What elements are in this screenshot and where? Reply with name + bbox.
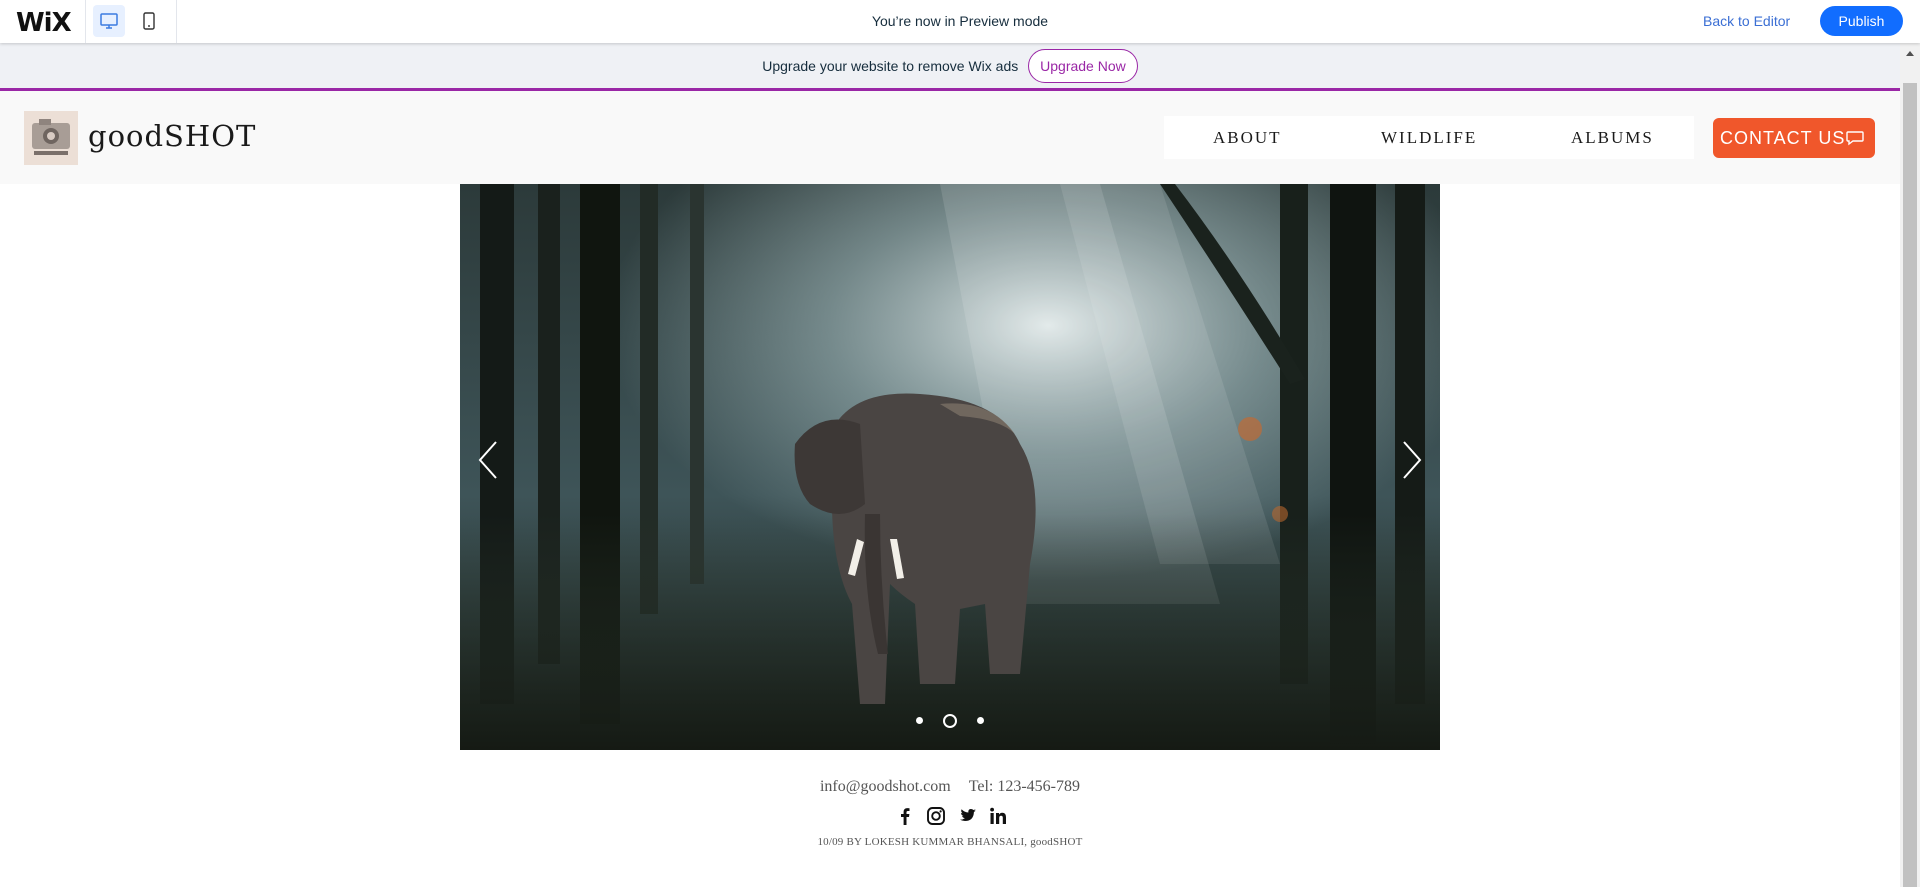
wix-preview-bar: WiX You’re now in Preview mode Back to E… [0, 0, 1920, 43]
slide-dot-2[interactable] [943, 713, 957, 728]
mobile-view-button[interactable] [133, 5, 165, 37]
scroll-up-button[interactable] [1900, 47, 1920, 61]
publish-button[interactable]: Publish [1820, 6, 1903, 36]
scrollbar-thumb[interactable] [1903, 83, 1917, 887]
elephant-forest-photo [460, 184, 1440, 750]
chevron-right-icon [1403, 441, 1422, 479]
slide-dot-3[interactable] [977, 717, 985, 725]
device-switcher [85, 0, 177, 43]
twitter-icon [960, 809, 976, 821]
site-header: goodSHOT ABOUT WILDLIFE ALBUMS CONTACT U… [0, 91, 1900, 184]
hero-slideshow[interactable] [460, 184, 1440, 750]
instagram-link[interactable] [924, 804, 948, 828]
back-to-editor-link[interactable]: Back to Editor [1703, 13, 1790, 29]
contact-us-button[interactable]: CONTACT US [1713, 118, 1875, 158]
chevron-left-icon [478, 441, 497, 479]
desktop-icon [100, 13, 118, 29]
slideshow-next-arrow[interactable] [1400, 440, 1424, 485]
nav-item-about[interactable]: ABOUT [1213, 128, 1282, 148]
nav-item-wildlife[interactable]: WILDLIFE [1381, 128, 1477, 148]
footer-contact: info@goodshot.com Tel: 123-456-789 [0, 778, 1900, 796]
facebook-link[interactable] [893, 804, 917, 828]
instagram-icon [927, 807, 945, 825]
linkedin-icon [990, 807, 1006, 824]
upgrade-banner-content: Upgrade your website to remove Wix ads U… [0, 49, 1900, 83]
slide-dot-1[interactable] [915, 717, 923, 725]
slideshow-prev-arrow[interactable] [476, 440, 500, 485]
chat-bubble-icon [1846, 131, 1864, 146]
nav-item-albums[interactable]: ALBUMS [1571, 128, 1654, 148]
upgrade-banner: Upgrade your website to remove Wix ads U… [0, 43, 1900, 91]
preview-mode-text: You’re now in Preview mode [871, 13, 1049, 29]
linkedin-link[interactable] [986, 804, 1010, 828]
site-logo[interactable] [24, 111, 78, 165]
twitter-link[interactable] [955, 804, 979, 828]
upgrade-now-button[interactable]: Upgrade Now [1028, 49, 1138, 83]
desktop-view-button[interactable] [93, 5, 125, 37]
footer-phone: Tel: 123-456-789 [968, 778, 1081, 795]
slideshow-dots [460, 712, 1440, 730]
wix-logo[interactable]: WiX [16, 8, 72, 38]
footer-email-link[interactable]: info@goodshot.com [820, 778, 951, 795]
site-brand-name[interactable]: goodSHOT [88, 119, 256, 153]
page-scrollbar[interactable] [1900, 43, 1920, 887]
facebook-icon [901, 808, 910, 825]
triangle-up-icon [1906, 51, 1914, 56]
contact-us-label: CONTACT US [1720, 128, 1846, 148]
site-nav: ABOUT WILDLIFE ALBUMS [1164, 116, 1694, 159]
camera-logo-icon [32, 119, 70, 155]
footer-copyright: 10/09 BY LOKESH KUMMAR BHANSALI, goodSHO… [817, 836, 1083, 848]
upgrade-message: Upgrade your website to remove Wix ads [762, 58, 1019, 74]
mobile-icon [143, 12, 155, 30]
